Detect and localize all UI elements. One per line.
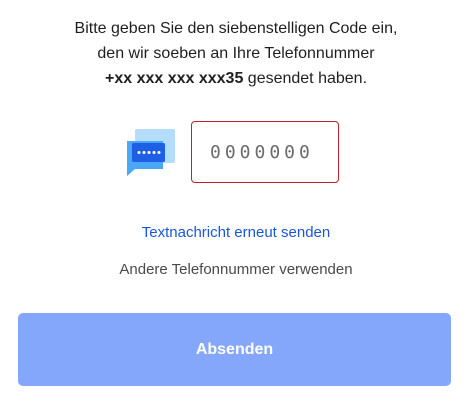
code-entry-row: [126, 121, 342, 185]
instructions-line-1: Bitte geben Sie den siebenstelligen Code…: [74, 20, 398, 37]
submit-button[interactable]: Absenden: [18, 313, 451, 386]
instructions-line-3-suffix: gesendet haben.: [243, 70, 368, 87]
verification-code-input[interactable]: [191, 121, 339, 183]
instructions-text: Bitte geben Sie den siebenstelligen Code…: [0, 16, 472, 91]
use-other-phone-link[interactable]: Andere Telefonnummer verwenden: [0, 261, 472, 278]
instructions-line-2: den wir soeben an Ihre Telefonnummer: [97, 45, 375, 62]
instructions-line-3: +xx xxx xxx xxx35 gesendet haben.: [0, 66, 472, 91]
sms-message-icon: [127, 129, 175, 176]
phone-number: +xx xxx xxx xxx35: [104, 70, 244, 87]
resend-sms-link[interactable]: Textnachricht erneut senden: [0, 224, 472, 241]
